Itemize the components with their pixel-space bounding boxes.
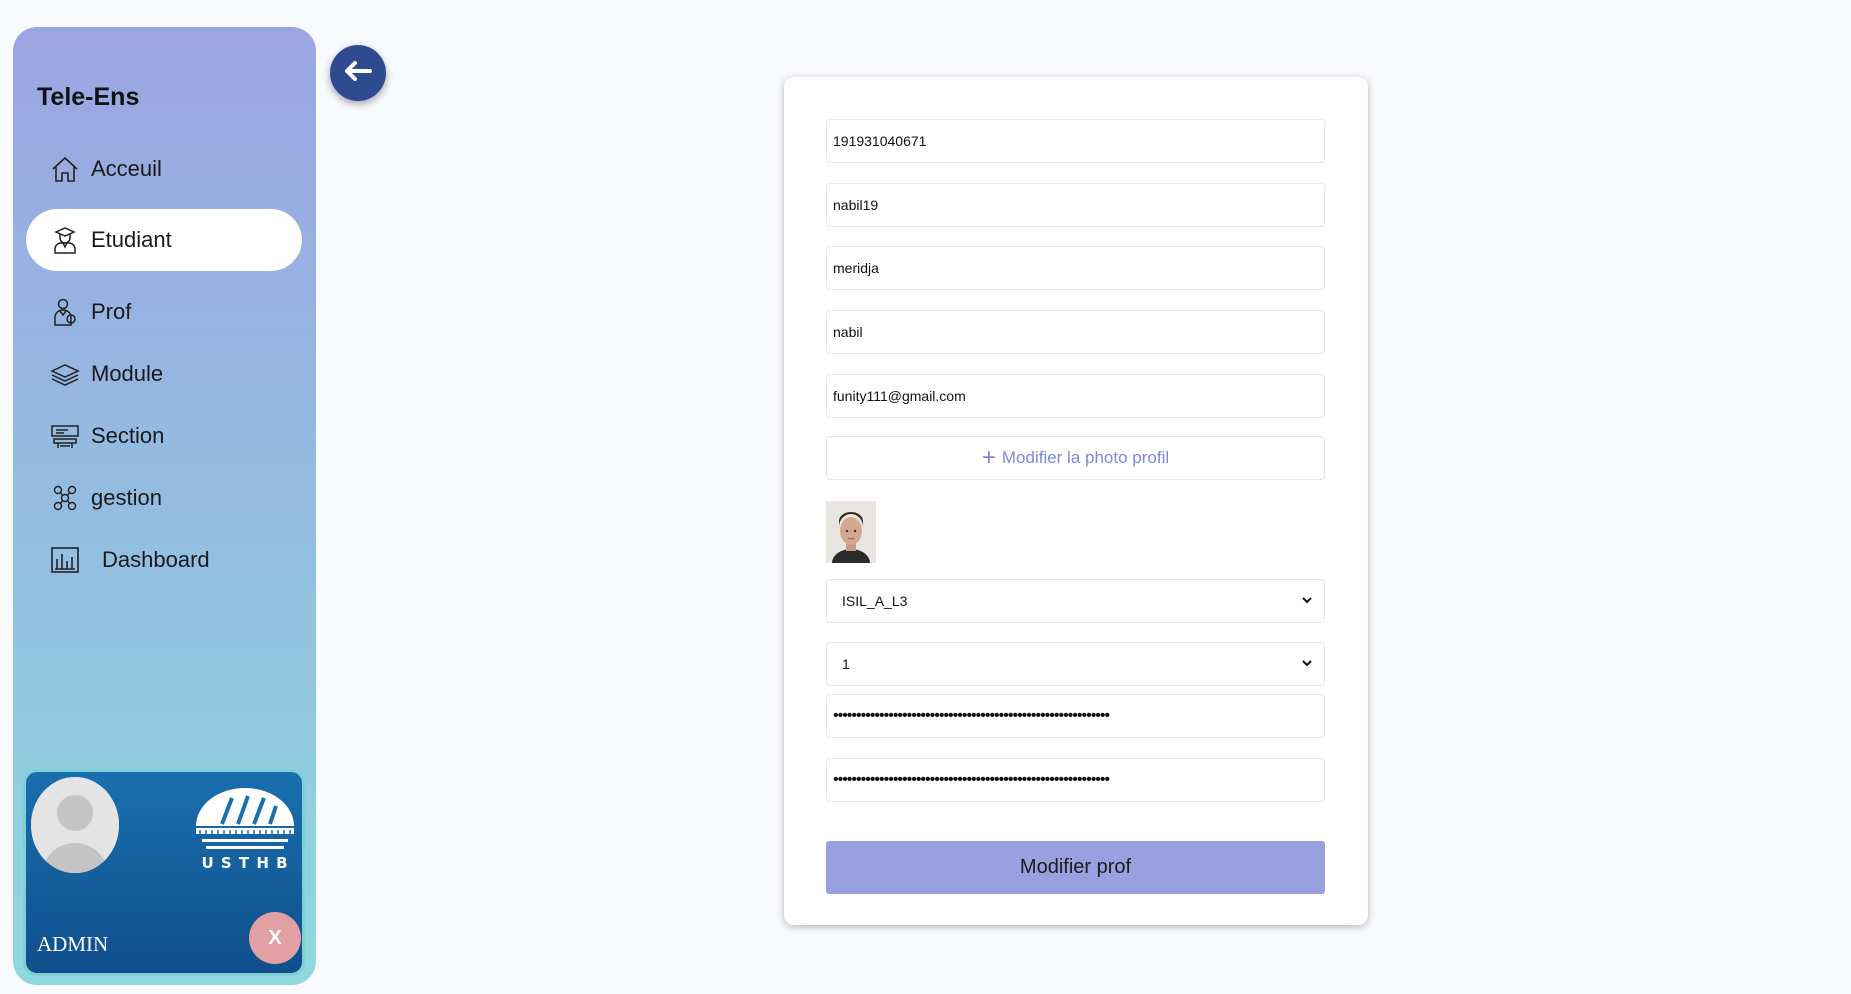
sidebar-item-etudiant[interactable]: Etudiant: [26, 209, 302, 271]
sidebar-item-module[interactable]: Module: [26, 343, 302, 405]
modify-prof-button[interactable]: Modifier prof: [826, 841, 1325, 894]
logout-button[interactable]: X: [249, 912, 301, 964]
arrow-left-icon: [342, 59, 374, 88]
group-select-value: 1: [842, 656, 850, 672]
sidebar-item-label: Dashboard: [102, 547, 210, 572]
classroom-icon: [50, 421, 80, 451]
username-input[interactable]: nabil19: [826, 183, 1325, 227]
profile-photo: [826, 501, 876, 563]
chevron-down-icon: [1300, 656, 1318, 673]
back-button[interactable]: [330, 45, 386, 101]
sidebar-item-gestion[interactable]: gestion: [26, 467, 302, 529]
chevron-down-icon: [1300, 593, 1318, 610]
section-select[interactable]: ISIL_A_L3: [826, 579, 1325, 623]
logo-text: U S T H B: [201, 854, 289, 872]
sidebar-item-label: Acceuil: [91, 156, 162, 181]
password-input[interactable]: ••••••••••••••••••••••••••••••••••••••••…: [826, 694, 1325, 738]
upload-photo-label: Modifier la photo profil: [1001, 448, 1170, 467]
prenom-input[interactable]: nabil: [826, 310, 1325, 354]
layers-icon: [50, 359, 80, 389]
home-icon: [50, 154, 80, 184]
teacher-icon: [50, 297, 80, 327]
chart-icon: [50, 545, 80, 575]
upload-photo-button[interactable]: + Modifier la photo profil: [826, 436, 1325, 480]
sidebar-item-label: Module: [91, 361, 164, 386]
matricule-input[interactable]: 191931040671: [826, 119, 1325, 163]
plus-icon: +: [981, 444, 996, 471]
sidebar-item-acceuil[interactable]: Acceuil: [26, 138, 302, 200]
sidebar: Tele-Ens Acceuil Etudiant Prof Module Se…: [13, 27, 316, 985]
profile-card: U S T H B ADMIN X: [23, 769, 305, 976]
sidebar-item-section[interactable]: Section: [26, 405, 302, 467]
brand-title: Tele-Ens: [37, 83, 140, 111]
student-icon: [50, 225, 80, 255]
email-input[interactable]: funity111@gmail.com: [826, 374, 1325, 418]
sidebar-item-label: Section: [91, 423, 165, 448]
sidebar-item-prof[interactable]: Prof: [26, 281, 302, 343]
admin-role-label: ADMIN: [37, 932, 109, 956]
group-select[interactable]: 1: [826, 642, 1325, 686]
sidebar-item-label: Etudiant: [91, 227, 172, 252]
network-icon: [50, 483, 80, 513]
usthb-logo: U S T H B: [192, 784, 298, 876]
avatar: [31, 777, 119, 873]
edit-form-card: 191931040671 nabil19 meridja nabil funit…: [784, 77, 1368, 925]
password-confirm-input[interactable]: ••••••••••••••••••••••••••••••••••••••••…: [826, 758, 1325, 802]
sidebar-item-label: Prof: [91, 299, 132, 324]
section-select-value: ISIL_A_L3: [842, 593, 908, 609]
nom-input[interactable]: meridja: [826, 246, 1325, 290]
sidebar-item-dashboard[interactable]: Dashboard: [26, 529, 302, 591]
sidebar-item-label: gestion: [91, 485, 162, 510]
